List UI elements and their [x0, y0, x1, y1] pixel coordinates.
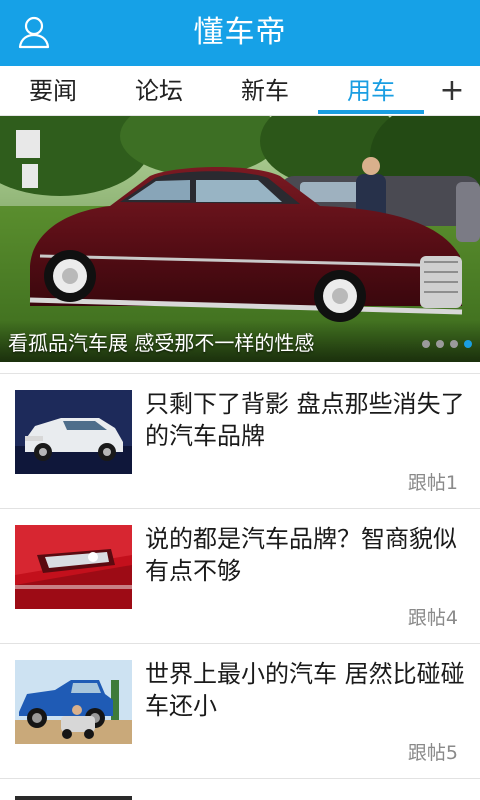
news-item[interactable]: 说的都是汽车品牌？智商貌似有点不够 跟帖4	[0, 509, 480, 644]
news-item[interactable]: 只剩下了背影 盘点那些消失了的汽车品牌 跟帖1	[0, 374, 480, 509]
reply-count: 跟帖1	[407, 472, 458, 494]
app-header: 懂车帝	[0, 0, 480, 66]
banner-caption: 看孤品汽车展 感受那不一样的性感	[8, 331, 315, 355]
news-item[interactable]: 世界上最小的汽车 居然比碰碰车还小 跟帖5	[0, 644, 480, 779]
news-thumbnail	[15, 660, 132, 744]
reply-count: 跟帖4	[407, 607, 458, 629]
divider	[0, 362, 480, 374]
tab-yaowen[interactable]: 要闻	[0, 66, 106, 116]
category-tabs: 要闻 论坛 新车 用车 +	[0, 66, 480, 116]
news-title: 说的都是汽车品牌？智商貌似有点不够	[145, 525, 457, 585]
carousel-dot[interactable]	[450, 340, 458, 348]
carousel-indicator	[422, 340, 472, 348]
add-tab-button[interactable]: +	[424, 66, 480, 116]
white-suv-image	[15, 390, 132, 474]
tab-yongche[interactable]: 用车	[318, 66, 424, 116]
news-thumbnail	[15, 525, 132, 609]
news-list: 只剩下了背影 盘点那些消失了的汽车品牌 跟帖1 说的都是汽车品牌？智商貌似有点不…	[0, 374, 480, 779]
carousel-dot[interactable]	[422, 340, 430, 348]
news-title: 只剩下了背影 盘点那些消失了的汽车品牌	[145, 390, 465, 450]
news-title: 世界上最小的汽车 居然比碰碰车还小	[145, 660, 465, 720]
carousel-dot-active[interactable]	[464, 340, 472, 348]
news-thumbnail	[15, 390, 132, 474]
banner-carousel[interactable]: 看孤品汽车展 感受那不一样的性感	[0, 116, 480, 362]
tiny-car-image	[15, 660, 132, 744]
tab-luntan[interactable]: 论坛	[106, 66, 212, 116]
reply-count: 跟帖5	[407, 742, 458, 764]
app-title: 懂车帝	[193, 15, 287, 50]
tab-xinche[interactable]: 新车	[212, 66, 318, 116]
carousel-dot[interactable]	[436, 340, 444, 348]
car-headlight-image	[15, 525, 132, 609]
next-news-item-peek	[0, 780, 480, 800]
